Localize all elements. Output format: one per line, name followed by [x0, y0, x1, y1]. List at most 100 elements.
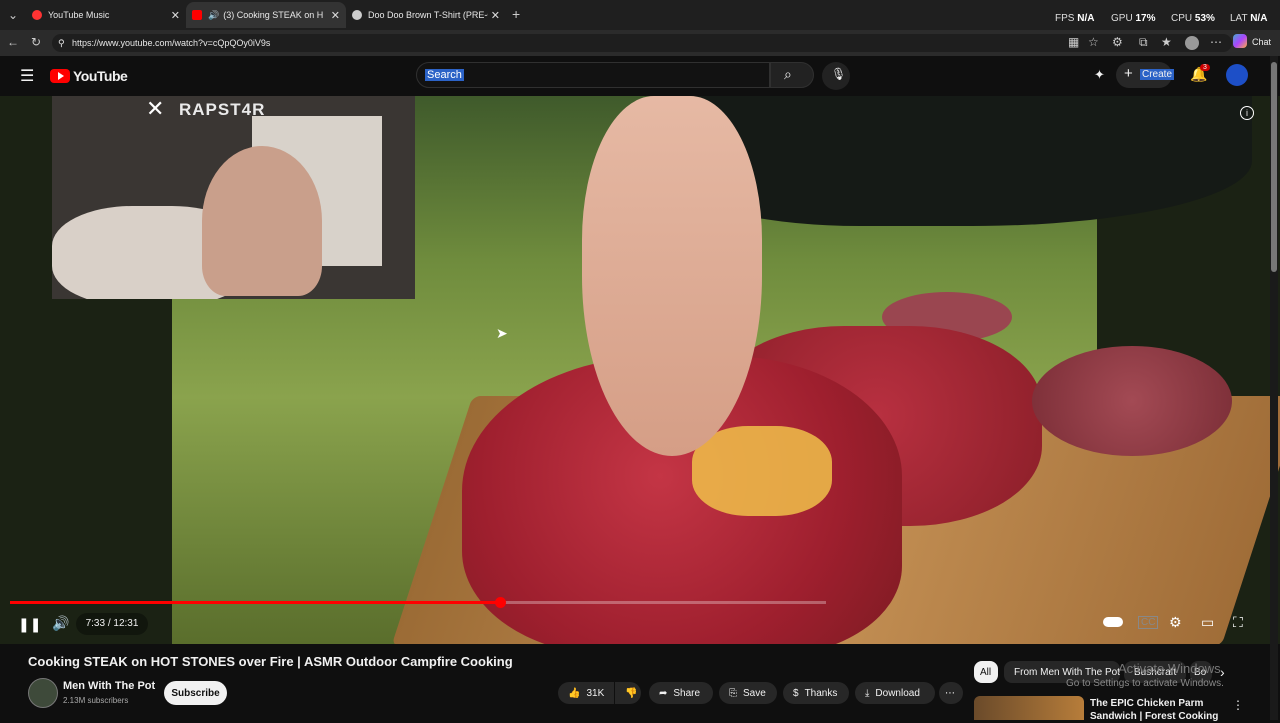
copilot-icon[interactable] — [1233, 34, 1247, 48]
site-info-icon[interactable]: ⚲ — [58, 34, 65, 52]
meat-patty — [1032, 346, 1232, 456]
bookmark-icon: ⎘ — [729, 687, 737, 699]
webcam-logo-text: RAPST4R — [179, 100, 266, 119]
create-button[interactable]: + Create — [1116, 62, 1175, 88]
notification-count-badge: 3 — [1200, 64, 1210, 71]
browser-toolbar: ← ↻ ⚲ https://www.youtube.com/watch?v=cQ… — [0, 30, 1280, 56]
close-tab-icon[interactable]: ✕ — [331, 9, 340, 22]
speaker-icon[interactable]: 🔊 — [208, 10, 219, 21]
progress-bar[interactable] — [10, 597, 826, 608]
plus-icon: + — [1124, 65, 1133, 82]
thumbs-up-icon: 👍 — [568, 687, 581, 699]
recommendation-title-line: Sandwich | Forest Cooking — [1090, 711, 1219, 722]
chat-button[interactable]: Chat — [1252, 37, 1271, 47]
favorites-icon[interactable]: ★ — [1161, 35, 1172, 49]
download-icon: ⤓ — [865, 687, 870, 699]
youtube-logo[interactable]: YouTube — [50, 68, 128, 84]
current-time: 7:33 — [85, 618, 106, 629]
new-tab-plus-icon[interactable]: + — [512, 6, 520, 22]
progress-bar-fill — [10, 601, 500, 604]
like-button[interactable]: 👍 31K — [558, 682, 614, 704]
search-button[interactable]: ⌕ — [770, 62, 814, 88]
hand — [582, 96, 762, 456]
microphone-icon: 🎙 — [831, 67, 847, 81]
recommendation-thumbnail[interactable] — [974, 696, 1084, 720]
hamburger-menu-icon[interactable]: ☰ — [20, 66, 34, 86]
reload-icon[interactable]: ↻ — [31, 35, 41, 49]
more-actions-button[interactable]: ⋯ — [939, 682, 963, 704]
thanks-button[interactable]: $ Thanks — [783, 682, 849, 704]
address-bar[interactable]: ⚲ https://www.youtube.com/watch?v=cQpQOy… — [52, 34, 1232, 52]
dislike-button[interactable]: 👎 — [615, 682, 641, 704]
time-separator: / — [107, 618, 111, 629]
thumbs-down-icon: 👎 — [625, 687, 638, 699]
account-avatar[interactable] — [1226, 64, 1248, 86]
page-scrollbar[interactable] — [1270, 56, 1278, 720]
recommendation-title-line: The EPIC Chicken Parm — [1090, 698, 1204, 709]
time-display: 7:33 / 12:31 — [76, 613, 148, 635]
steak-fat — [692, 426, 832, 516]
chip-all[interactable]: All — [974, 661, 998, 683]
recommendation-menu-icon[interactable]: ⋮ — [1232, 698, 1244, 712]
voice-search-button[interactable]: 🎙 — [822, 62, 850, 90]
save-label: Save — [743, 687, 766, 699]
share-label: Share — [673, 687, 701, 699]
activate-windows-message: Go to Settings to activate Windows. — [1066, 678, 1224, 689]
tab-label: Doo Doo Brown T-Shirt (PRE-ORD — [368, 10, 488, 20]
channel-avatar[interactable] — [28, 678, 58, 708]
captions-icon[interactable]: CC — [1138, 616, 1159, 629]
channel-name[interactable]: Men With The Pot — [63, 680, 155, 692]
search-input[interactable]: Search — [416, 62, 770, 88]
fps-stat: FPS N/A — [1055, 13, 1095, 24]
cpu-stat: CPU 53% — [1171, 13, 1215, 24]
download-label: Download — [875, 687, 920, 699]
sleeve — [692, 96, 1252, 226]
fullscreen-icon[interactable]: ⛶ — [1233, 614, 1243, 631]
tab-label: (3) Cooking STEAK on HOT STONES — [223, 10, 324, 20]
more-menu-icon[interactable]: ⋯ — [1210, 35, 1222, 49]
extensions-icon[interactable]: ⚙ — [1112, 35, 1123, 49]
save-button[interactable]: ⎘ Save — [719, 682, 777, 704]
browser-tab-bar: ⌄ YouTube Music ✕ 🔊 (3) Cooking STEAK on… — [0, 0, 1280, 30]
like-count: 31K — [586, 687, 605, 699]
share-arrow-icon: ➦ — [659, 687, 668, 699]
gpu-stat: GPU 17% — [1111, 13, 1156, 24]
shop-favicon-icon — [352, 10, 362, 20]
scrollbar-thumb[interactable] — [1271, 62, 1277, 272]
video-player[interactable]: ✕ RAPST4R i ➤ ❚❚ 🔊 7:33 / 12:31 CC ⚙ ▭ ⛶ — [0, 96, 1280, 644]
download-button[interactable]: ⤓ Download — [855, 682, 935, 704]
youtube-play-logo-icon — [50, 69, 70, 83]
youtube-header: ☰ YouTube Search ⌕ 🎙 ✦ + Create 🔔 3 — [0, 56, 1280, 96]
volume-icon[interactable]: 🔊 — [52, 615, 69, 632]
extension-puzzle-icon[interactable]: ⧉ — [1139, 35, 1148, 50]
progress-scrubber[interactable] — [494, 597, 506, 608]
video-title: Cooking STEAK on HOT STONES over Fire | … — [28, 654, 513, 669]
search-input-value: Search — [425, 69, 464, 81]
x-logo-icon: ✕ — [146, 96, 165, 121]
thanks-dollar-icon: $ — [793, 687, 799, 699]
close-tab-icon[interactable]: ✕ — [491, 9, 500, 22]
subscribe-button[interactable]: Subscribe — [164, 681, 227, 705]
info-icon[interactable]: i — [1240, 106, 1254, 120]
autoplay-toggle[interactable] — [1103, 617, 1123, 627]
pause-icon[interactable]: ❚❚ — [18, 616, 41, 633]
stream-tool-icon[interactable]: ✦ — [1094, 67, 1105, 83]
tab-list-chevron-icon[interactable]: ⌄ — [8, 8, 18, 22]
total-time: 12:31 — [113, 618, 139, 629]
more-dots-icon: ⋯ — [945, 687, 955, 699]
back-arrow-icon[interactable]: ← — [7, 35, 19, 49]
profile-avatar-icon[interactable] — [1185, 36, 1199, 50]
recommendation-title[interactable]: The EPIC Chicken Parm Sandwich | Forest … — [1090, 697, 1230, 723]
thanks-label: Thanks — [804, 687, 838, 699]
settings-gear-icon[interactable]: ⚙ — [1169, 614, 1182, 631]
tab-youtube-music[interactable]: YouTube Music ✕ — [26, 2, 186, 28]
close-tab-icon[interactable]: ✕ — [171, 9, 180, 22]
share-button[interactable]: ➦ Share — [649, 682, 713, 704]
tab-cooking-steak[interactable]: 🔊 (3) Cooking STEAK on HOT STONES ✕ — [186, 2, 346, 28]
apps-icon[interactable]: ▦ — [1068, 35, 1079, 49]
youtube-music-favicon-icon — [32, 10, 42, 20]
theater-mode-icon[interactable]: ▭ — [1201, 614, 1214, 631]
tab-doo-doo-brown[interactable]: Doo Doo Brown T-Shirt (PRE-ORD ✕ — [346, 2, 506, 28]
mouse-cursor-icon: ➤ — [496, 325, 508, 341]
favorite-star-icon[interactable]: ☆ — [1088, 35, 1099, 49]
